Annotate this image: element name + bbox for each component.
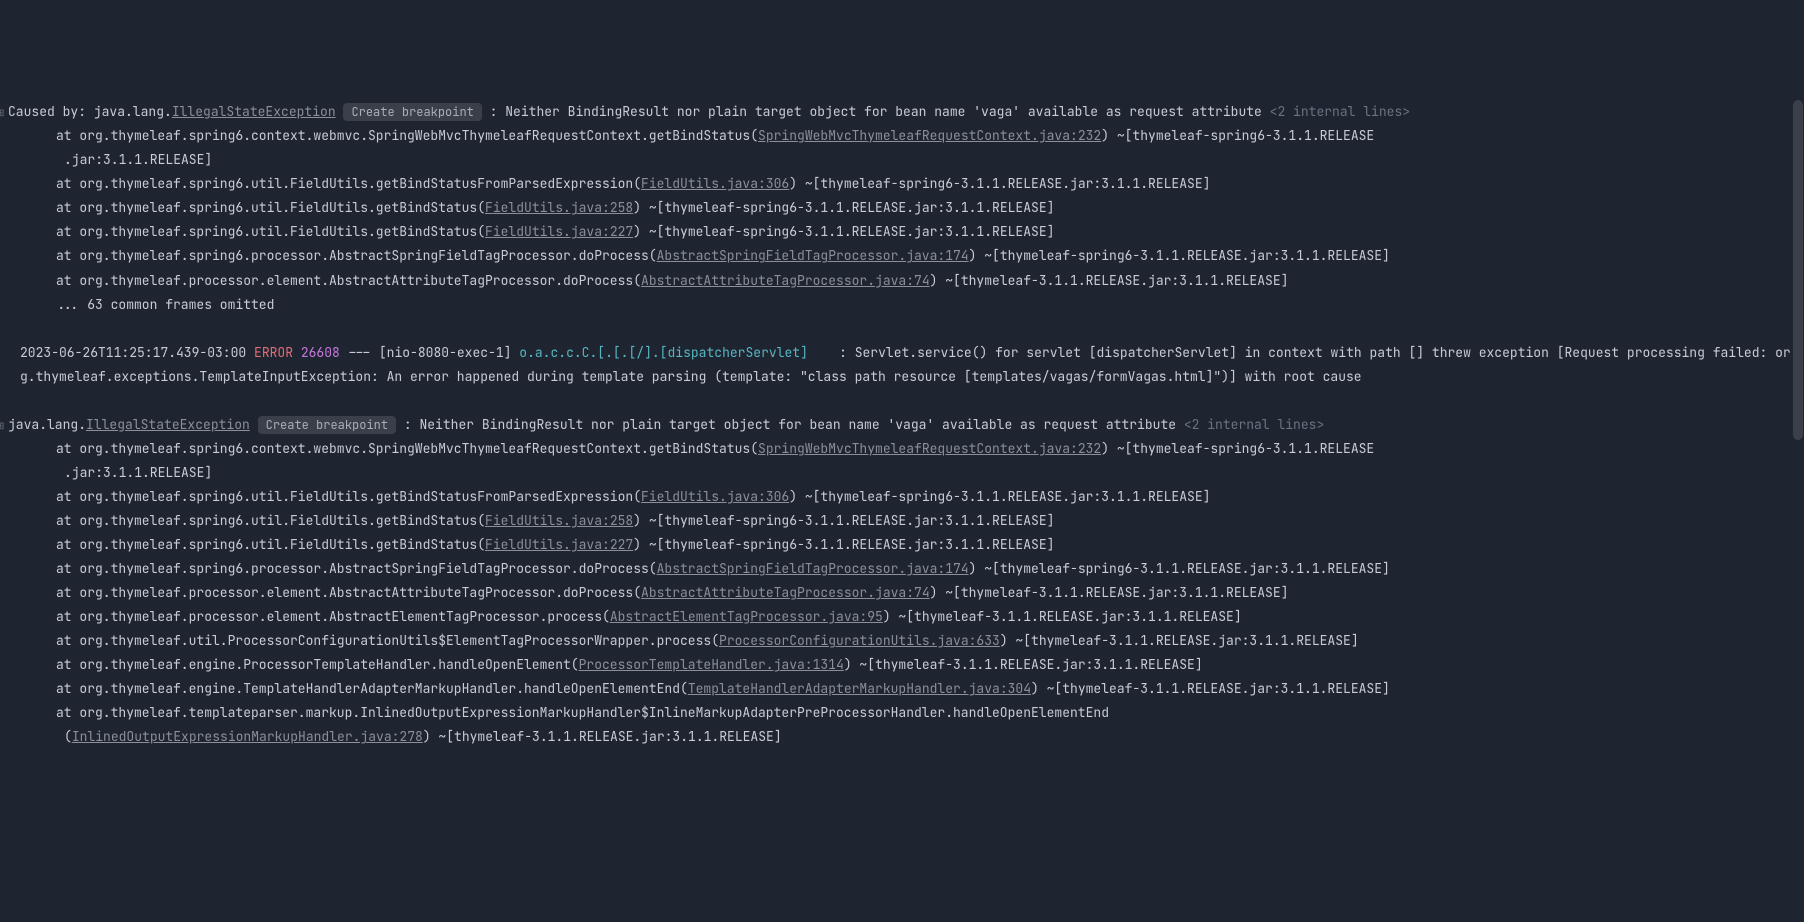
stack-frame: at org.thymeleaf.templateparser.markup.I… bbox=[8, 701, 1796, 725]
stack-text: at org.thymeleaf.engine.TemplateHandlerA… bbox=[56, 680, 688, 697]
stack-text: at org.thymeleaf.spring6.util.FieldUtils… bbox=[56, 175, 641, 192]
exception-message: : Neither BindingResult nor plain target… bbox=[396, 416, 1184, 433]
create-breakpoint-button[interactable]: Create breakpoint bbox=[343, 103, 481, 121]
stack-text: at org.thymeleaf.spring6.context.webmvc.… bbox=[56, 127, 758, 144]
stack-text: at org.thymeleaf.spring6.context.webmvc.… bbox=[56, 440, 758, 457]
log-timestamp: 2023-06-26T11:25:17.439-03:00 bbox=[20, 344, 254, 361]
source-link[interactable]: ProcessorConfigurationUtils.java:633 bbox=[719, 632, 1000, 649]
source-link[interactable]: SpringWebMvcThymeleafRequestContext.java… bbox=[758, 127, 1101, 144]
expand-icon[interactable]: ⊞ bbox=[0, 417, 8, 436]
stack-text: at org.thymeleaf.processor.element.Abstr… bbox=[56, 272, 641, 289]
stack-frame: at org.thymeleaf.processor.element.Abstr… bbox=[8, 581, 1796, 605]
stack-suffix: ) ~[thymeleaf-3.1.1.RELEASE.jar:3.1.1.RE… bbox=[844, 656, 1203, 673]
log-level: ERROR bbox=[254, 344, 293, 361]
stack-text: at org.thymeleaf.spring6.util.FieldUtils… bbox=[56, 488, 641, 505]
stack-suffix: ) ~[thymeleaf-3.1.1.RELEASE.jar:3.1.1.RE… bbox=[1031, 680, 1390, 697]
frames-omitted: ... 63 common frames omitted bbox=[56, 296, 274, 313]
stack-suffix: ) ~[thymeleaf-spring6-3.1.1.RELEASE bbox=[1101, 440, 1374, 457]
stack-suffix: ) ~[thymeleaf-spring6-3.1.1.RELEASE.jar:… bbox=[633, 199, 1054, 216]
source-link[interactable]: SpringWebMvcThymeleafRequestContext.java… bbox=[758, 440, 1101, 457]
stack-frame: at org.thymeleaf.spring6.util.FieldUtils… bbox=[8, 509, 1796, 533]
stack-suffix: ) ~[thymeleaf-spring6-3.1.1.RELEASE.jar:… bbox=[633, 536, 1054, 553]
log-logger: o.a.c.c.C.[.[.[/].[dispatcherServlet] bbox=[519, 344, 831, 361]
stack-frame: at org.thymeleaf.spring6.util.FieldUtils… bbox=[8, 172, 1796, 196]
stack-suffix: ) ~[thymeleaf-spring6-3.1.1.RELEASE.jar:… bbox=[633, 223, 1054, 240]
source-link[interactable]: FieldUtils.java:258 bbox=[485, 512, 633, 529]
source-link[interactable]: FieldUtils.java:258 bbox=[485, 199, 633, 216]
stack-text: at org.thymeleaf.processor.element.Abstr… bbox=[56, 608, 610, 625]
console-output: ⊞Caused by: java.lang.IllegalStateExcept… bbox=[8, 100, 1796, 749]
exception-type-link[interactable]: IllegalStateException bbox=[172, 103, 336, 120]
stack-text: at org.thymeleaf.spring6.processor.Abstr… bbox=[56, 560, 657, 577]
exception-type-link[interactable]: IllegalStateException bbox=[86, 416, 250, 433]
scrollbar-thumb[interactable] bbox=[1793, 100, 1803, 440]
stack-suffix: ) ~[thymeleaf-3.1.1.RELEASE.jar:3.1.1.RE… bbox=[1000, 632, 1359, 649]
stack-text: at org.thymeleaf.spring6.util.FieldUtils… bbox=[56, 512, 485, 529]
stack-text: at org.thymeleaf.spring6.util.FieldUtils… bbox=[56, 536, 485, 553]
source-link[interactable]: AbstractSpringFieldTagProcessor.java:174 bbox=[657, 247, 969, 264]
stack-frame: at org.thymeleaf.spring6.util.FieldUtils… bbox=[8, 196, 1796, 220]
exception-prefix: java.lang. bbox=[8, 416, 86, 433]
source-link[interactable]: FieldUtils.java:227 bbox=[485, 536, 633, 553]
source-link[interactable]: AbstractAttributeTagProcessor.java:74 bbox=[641, 584, 930, 601]
stack-suffix: ) ~[thymeleaf-3.1.1.RELEASE.jar:3.1.1.RE… bbox=[883, 608, 1242, 625]
stack-frame: at org.thymeleaf.spring6.context.webmvc.… bbox=[8, 124, 1796, 148]
source-link[interactable]: AbstractElementTagProcessor.java:95 bbox=[610, 608, 883, 625]
source-link[interactable]: InlinedOutputExpressionMarkupHandler.jav… bbox=[72, 728, 423, 745]
stack-text: at org.thymeleaf.util.ProcessorConfigura… bbox=[56, 632, 719, 649]
stack-frame: at org.thymeleaf.spring6.processor.Abstr… bbox=[8, 244, 1796, 268]
stack-frame: at org.thymeleaf.spring6.util.FieldUtils… bbox=[8, 220, 1796, 244]
stack-suffix: ) ~[thymeleaf-3.1.1.RELEASE.jar:3.1.1.RE… bbox=[930, 272, 1289, 289]
log-pid: 26608 bbox=[293, 344, 340, 361]
log-thread: [nio-8080-exec-1] bbox=[379, 344, 519, 361]
stack-frame: at org.thymeleaf.engine.ProcessorTemplat… bbox=[8, 653, 1796, 677]
stack-frame: at org.thymeleaf.engine.TemplateHandlerA… bbox=[8, 677, 1796, 701]
stack-suffix: ) ~[thymeleaf-spring6-3.1.1.RELEASE.jar:… bbox=[789, 175, 1210, 192]
stack-text: at org.thymeleaf.spring6.util.FieldUtils… bbox=[56, 223, 485, 240]
stack-text: at org.thymeleaf.spring6.processor.Abstr… bbox=[56, 247, 657, 264]
stack-suffix: ) ~[thymeleaf-spring6-3.1.1.RELEASE.jar:… bbox=[789, 488, 1210, 505]
stack-cont: .jar:3.1.1.RELEASE] bbox=[64, 464, 212, 481]
stack-text: at org.thymeleaf.templateparser.markup.I… bbox=[56, 704, 1109, 721]
stack-text: at org.thymeleaf.processor.element.Abstr… bbox=[56, 584, 641, 601]
stack-suffix: ) ~[thymeleaf-3.1.1.RELEASE.jar:3.1.1.RE… bbox=[930, 584, 1289, 601]
scrollbar[interactable] bbox=[1792, 0, 1804, 776]
stack-frame: at org.thymeleaf.spring6.context.webmvc.… bbox=[8, 437, 1796, 461]
exception-prefix: Caused by: java.lang. bbox=[8, 103, 172, 120]
source-link[interactable]: TemplateHandlerAdapterMarkupHandler.java… bbox=[688, 680, 1031, 697]
source-link[interactable]: ProcessorTemplateHandler.java:1314 bbox=[579, 656, 844, 673]
expand-icon[interactable]: ⊞ bbox=[0, 104, 8, 123]
stack-frame: at org.thymeleaf.spring6.processor.Abstr… bbox=[8, 557, 1796, 581]
stack-suffix: ) ~[thymeleaf-spring6-3.1.1.RELEASE.jar:… bbox=[969, 560, 1390, 577]
stack-frame: at org.thymeleaf.processor.element.Abstr… bbox=[8, 605, 1796, 629]
log-entry: 2023-06-26T11:25:17.439-03:00 ERROR 2660… bbox=[8, 341, 1796, 389]
stack-text: at org.thymeleaf.engine.ProcessorTemplat… bbox=[56, 656, 579, 673]
source-link[interactable]: AbstractSpringFieldTagProcessor.java:174 bbox=[657, 560, 969, 577]
create-breakpoint-button[interactable]: Create breakpoint bbox=[258, 416, 396, 434]
internal-lines-link[interactable]: <2 internal lines> bbox=[1184, 416, 1324, 433]
source-link[interactable]: FieldUtils.java:306 bbox=[641, 175, 789, 192]
stack-frame: at org.thymeleaf.spring6.util.FieldUtils… bbox=[8, 533, 1796, 557]
stack-suffix: ) ~[thymeleaf-3.1.1.RELEASE.jar:3.1.1.RE… bbox=[423, 728, 782, 745]
source-link[interactable]: FieldUtils.java:227 bbox=[485, 223, 633, 240]
source-link[interactable]: FieldUtils.java:306 bbox=[641, 488, 789, 505]
stack-frame: at org.thymeleaf.spring6.util.FieldUtils… bbox=[8, 485, 1796, 509]
exception-message: : Neither BindingResult nor plain target… bbox=[482, 103, 1270, 120]
internal-lines-link[interactable]: <2 internal lines> bbox=[1270, 103, 1410, 120]
stack-frame: at org.thymeleaf.util.ProcessorConfigura… bbox=[8, 629, 1796, 653]
stack-cont: .jar:3.1.1.RELEASE] bbox=[64, 151, 212, 168]
stack-frame: at org.thymeleaf.processor.element.Abstr… bbox=[8, 269, 1796, 293]
stack-text: at org.thymeleaf.spring6.util.FieldUtils… bbox=[56, 199, 485, 216]
stack-suffix: ) ~[thymeleaf-spring6-3.1.1.RELEASE.jar:… bbox=[633, 512, 1054, 529]
stack-suffix: ) ~[thymeleaf-spring6-3.1.1.RELEASE bbox=[1101, 127, 1374, 144]
source-link[interactable]: AbstractAttributeTagProcessor.java:74 bbox=[641, 272, 930, 289]
stack-suffix: ) ~[thymeleaf-spring6-3.1.1.RELEASE.jar:… bbox=[969, 247, 1390, 264]
